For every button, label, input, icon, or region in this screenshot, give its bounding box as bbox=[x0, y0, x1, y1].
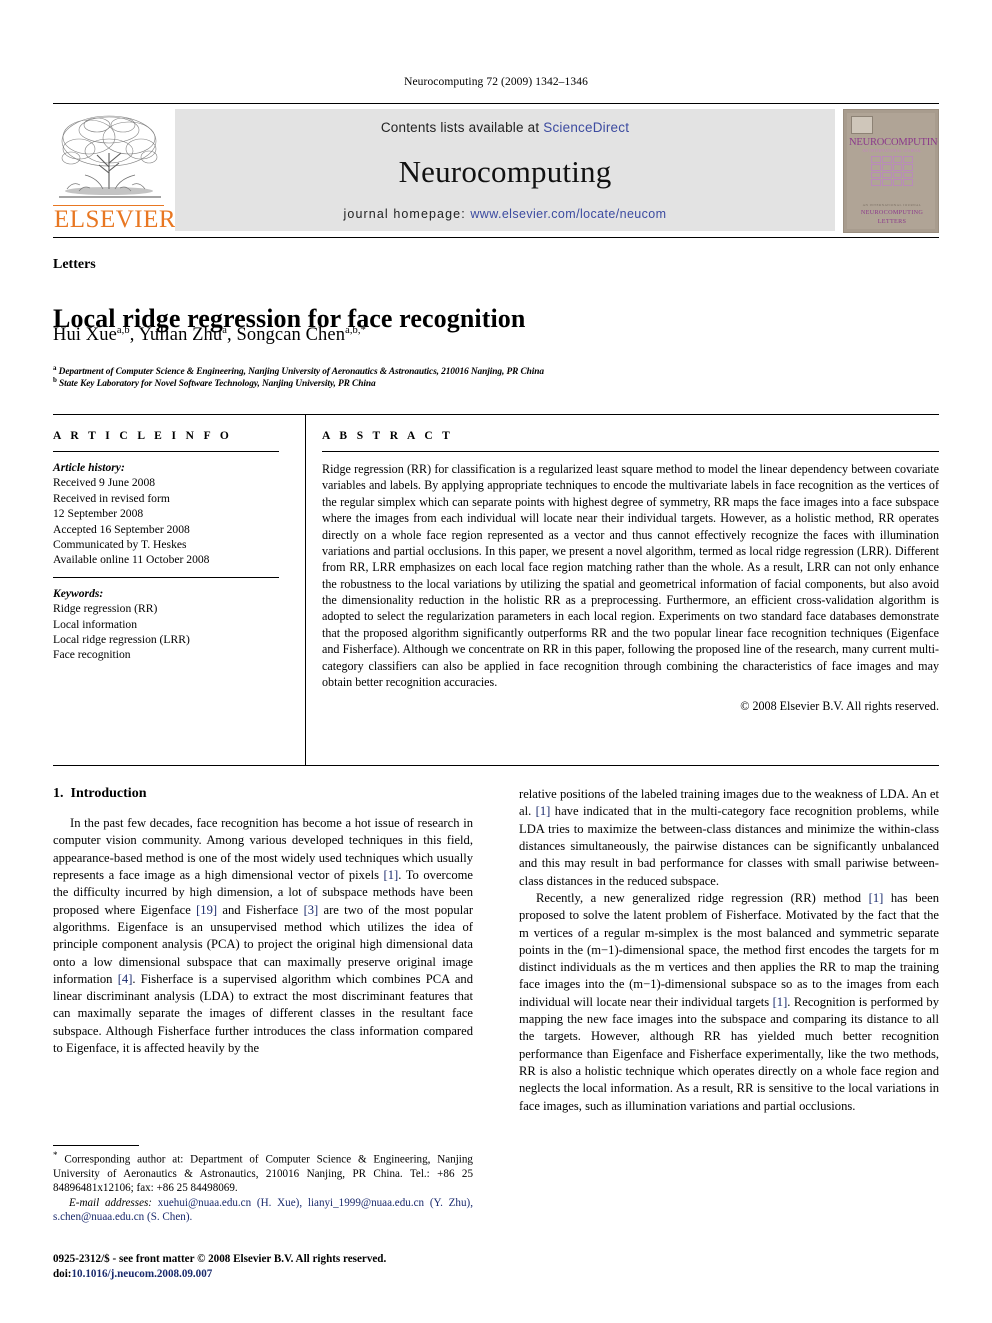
citation-link[interactable]: [3] bbox=[304, 903, 319, 917]
issn-line: 0925-2312/$ - see front matter © 2008 El… bbox=[53, 1253, 387, 1265]
abstract-column: A B S T R A C T Ridge regression (RR) fo… bbox=[322, 430, 939, 714]
affiliation-marker: b bbox=[53, 376, 57, 384]
cover-title: NEUROCOMPUTING bbox=[849, 137, 939, 148]
elsevier-logo: ELSEVIER bbox=[53, 109, 177, 233]
asterisk-icon: * bbox=[53, 1150, 58, 1160]
article-history-label: Article history: bbox=[53, 461, 125, 474]
info-frame-top-rule bbox=[53, 414, 939, 415]
homepage-prefix: journal homepage: bbox=[343, 207, 466, 221]
article-info-column: A R T I C L E I N F O Article history: R… bbox=[53, 430, 279, 663]
keyword-item: Face recognition bbox=[53, 648, 131, 662]
abstract-rule bbox=[322, 451, 939, 452]
author-list: Hui Xuea,b, Yulian Zhua, Songcan Chena,b… bbox=[53, 325, 366, 346]
author-affil-marker: a,b bbox=[116, 325, 130, 336]
keyword-item: Local information bbox=[53, 617, 138, 631]
body-paragraph: relative positions of the labeled traini… bbox=[519, 787, 940, 888]
body-paragraph: Recently, a new generalized ridge regres… bbox=[519, 890, 939, 1113]
cover-footer-section: LETTERS bbox=[877, 218, 907, 225]
email-label: E-mail addresses: bbox=[69, 1196, 152, 1209]
keywords-label: Keywords: bbox=[53, 586, 104, 600]
doi-link[interactable]: 10.1016/j.neucom.2008.09.007 bbox=[72, 1268, 213, 1280]
corresponding-author-note: * Corresponding author at: Department of… bbox=[53, 1150, 473, 1196]
journal-homepage-line: journal homepage: www.elsevier.com/locat… bbox=[344, 207, 667, 221]
info-abstract-divider bbox=[305, 414, 306, 765]
cover-subtitle: AN INTERNATIONAL JOURNAL bbox=[862, 149, 922, 153]
body-column-left: 1. Introduction In the past few decades, … bbox=[53, 786, 473, 1057]
article-info-heading: A R T I C L E I N F O bbox=[53, 430, 233, 442]
elsevier-tree-icon bbox=[53, 111, 165, 205]
paper-page: Neurocomputing 72 (2009) 1342–1346 ELSEV… bbox=[0, 0, 992, 1323]
citation-link[interactable]: [19] bbox=[196, 903, 217, 917]
journal-masthead: ELSEVIER Contents lists available at Sci… bbox=[53, 103, 939, 238]
email-note: E-mail addresses: xuehui@nuaa.edu.cn (H.… bbox=[53, 1196, 473, 1225]
history-item: Communicated by T. Heskes bbox=[53, 538, 187, 552]
keywords-rule bbox=[53, 576, 279, 578]
history-item: 12 September 2008 bbox=[53, 507, 144, 521]
citation-link[interactable]: [1] bbox=[869, 891, 884, 905]
doi-label: doi: bbox=[53, 1267, 72, 1280]
cover-footer-small: AN INTERNATIONAL JOURNAL bbox=[862, 203, 922, 207]
citation-link[interactable]: [4] bbox=[118, 972, 133, 986]
doi-line: doi:10.1016/j.neucom.2008.09.007 bbox=[53, 1267, 483, 1282]
history-item: Received 9 June 2008 bbox=[53, 476, 156, 490]
journal-cover-thumbnail: NEUROCOMPUTING AN INTERNATIONAL JOURNAL … bbox=[843, 109, 939, 233]
author-name: Yulian Zhu bbox=[138, 325, 223, 346]
cover-grid-graphic bbox=[871, 156, 913, 186]
sciencedirect-link[interactable]: ScienceDirect bbox=[543, 120, 629, 135]
cover-elsevier-mark bbox=[851, 116, 873, 134]
contents-available-line: Contents lists available at ScienceDirec… bbox=[381, 120, 629, 135]
body-column-right: relative positions of the labeled traini… bbox=[519, 786, 939, 1115]
history-item: Available online 11 October 2008 bbox=[53, 553, 210, 567]
running-head: Neurocomputing 72 (2009) 1342–1346 bbox=[404, 76, 588, 88]
footnote-rule bbox=[53, 1145, 139, 1146]
cover-footer-journal: NEUROCOMPUTING bbox=[860, 209, 924, 216]
footnote-block: * Corresponding author at: Department of… bbox=[53, 1150, 473, 1224]
corresponding-author-text: Corresponding author at: Department of C… bbox=[53, 1153, 473, 1195]
author-name: Hui Xue bbox=[53, 325, 117, 346]
keywords-block: Keywords: Ridge regression (RR) Local in… bbox=[53, 586, 279, 663]
abstract-copyright: © 2008 Elsevier B.V. All rights reserved… bbox=[740, 699, 939, 714]
article-info-rule bbox=[53, 451, 279, 452]
affiliation-b: b State Key Laboratory for Novel Softwar… bbox=[53, 376, 376, 389]
introduction-heading: 1. Introduction bbox=[53, 786, 473, 802]
section-label: Letters bbox=[53, 257, 96, 272]
journal-title: Neurocomputing bbox=[398, 153, 612, 189]
history-item: Received in revised form bbox=[53, 491, 170, 505]
citation-link[interactable]: [1] bbox=[773, 995, 788, 1009]
elsevier-wordmark: ELSEVIER bbox=[54, 206, 177, 233]
citation-link[interactable]: [1] bbox=[536, 804, 551, 818]
keyword-item: Ridge regression (RR) bbox=[53, 602, 158, 616]
homepage-url-link[interactable]: www.elsevier.com/locate/neucom bbox=[470, 207, 666, 221]
article-history-block: Article history: Received 9 June 2008 Re… bbox=[53, 460, 279, 568]
author-name: Songcan Chen bbox=[236, 325, 346, 346]
info-frame-bottom-rule bbox=[53, 765, 939, 766]
section-title: Introduction bbox=[70, 786, 147, 801]
affiliation-marker: a bbox=[53, 364, 57, 372]
journal-banner: Contents lists available at ScienceDirec… bbox=[175, 109, 835, 231]
body-paragraph: In the past few decades, face recognitio… bbox=[53, 816, 474, 1056]
section-number: 1. bbox=[53, 786, 64, 801]
abstract-heading: A B S T R A C T bbox=[322, 430, 454, 442]
author-affil-marker: a bbox=[222, 325, 228, 336]
contents-prefix: Contents lists available at bbox=[380, 120, 540, 135]
abstract-text: Ridge regression (RR) for classification… bbox=[322, 462, 939, 689]
keyword-item: Local ridge regression (LRR) bbox=[53, 633, 190, 647]
affiliation-text: State Key Laboratory for Novel Software … bbox=[59, 379, 376, 390]
author-affil-marker: a,b,* bbox=[345, 325, 366, 336]
citation-link[interactable]: [1] bbox=[384, 868, 399, 882]
imprint-block: 0925-2312/$ - see front matter © 2008 El… bbox=[53, 1252, 483, 1281]
history-item: Accepted 16 September 2008 bbox=[53, 522, 190, 536]
